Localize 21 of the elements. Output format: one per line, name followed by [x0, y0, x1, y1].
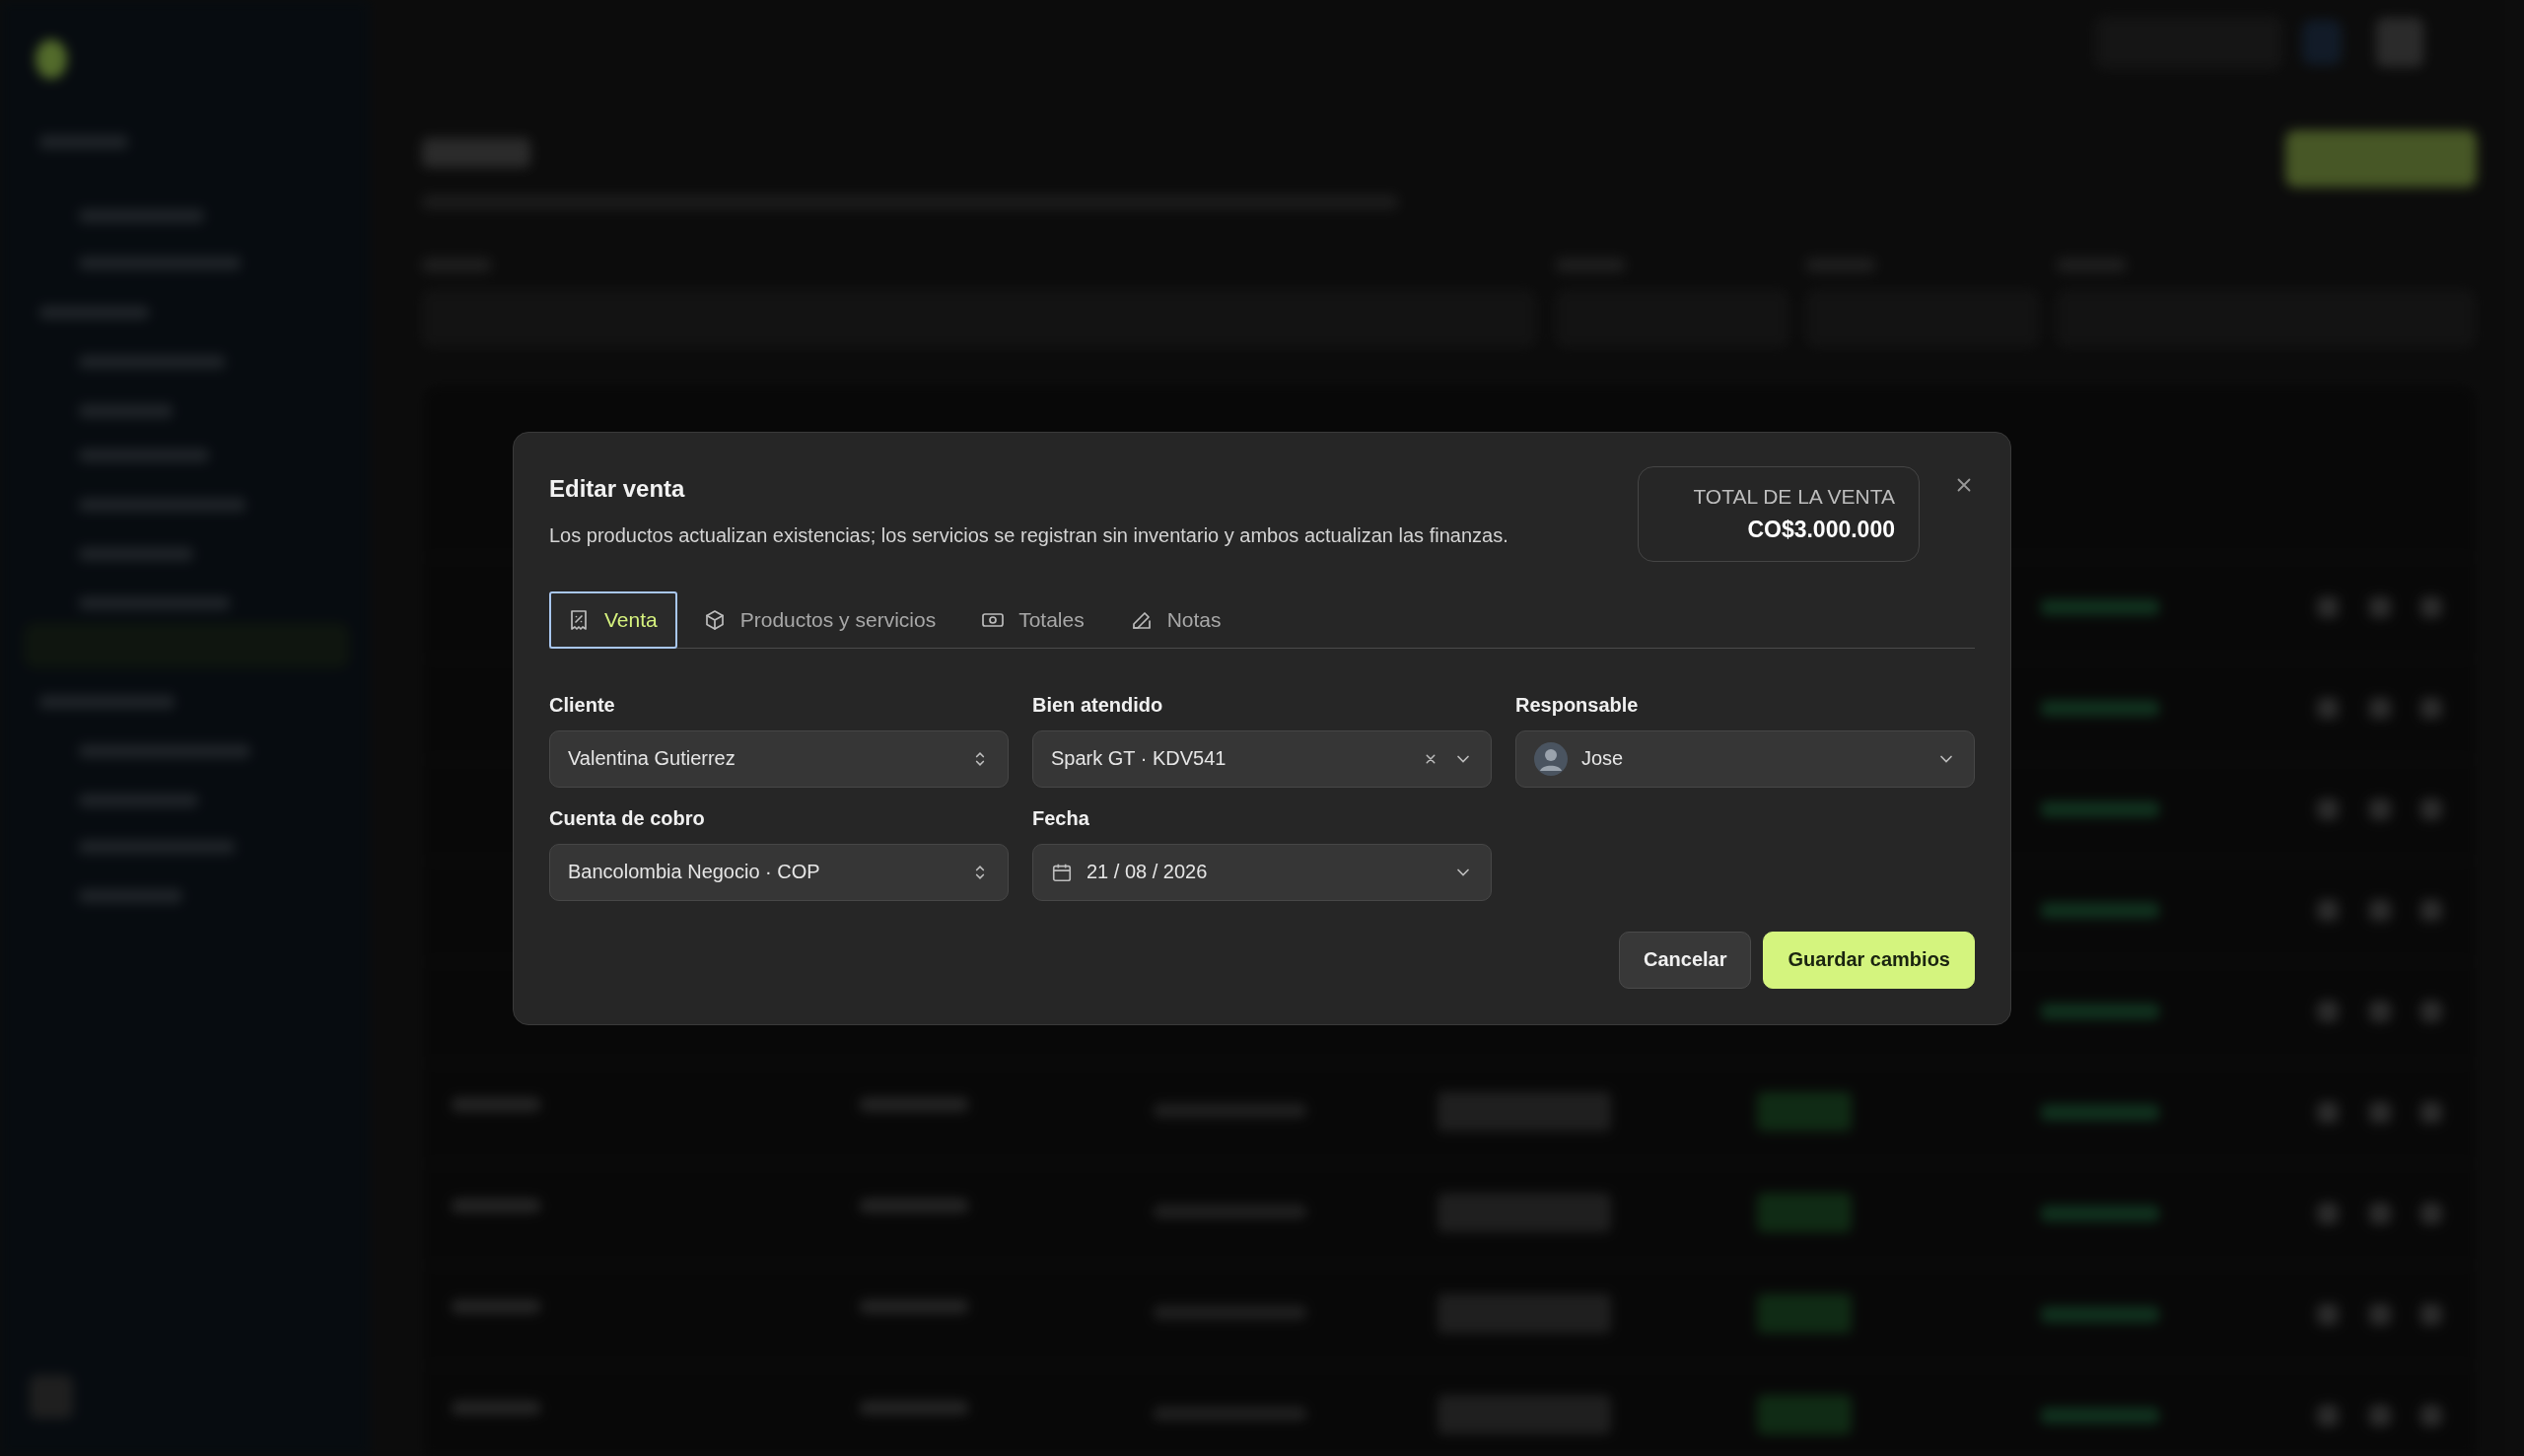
select-field[interactable]: Valentina Gutierrez — [549, 729, 1009, 788]
field-label: Responsable — [1515, 693, 1640, 717]
dialog-title: Editar venta — [549, 474, 686, 503]
tab[interactable]: Venta — [549, 590, 677, 649]
select-field[interactable]: Spark GT · KDV541 — [1032, 729, 1492, 788]
field-label: Cuenta de cobro — [549, 806, 706, 830]
save-button[interactable]: Guardar cambios — [1763, 931, 1975, 989]
tab[interactable]: Notas — [1111, 590, 1241, 649]
field-label: Fecha — [1032, 806, 1090, 830]
cancel-button[interactable]: Cancelar — [1619, 931, 1752, 989]
total-value: CO$3.000.000 — [1746, 516, 1895, 543]
field-label: Bien atendido — [1032, 693, 1164, 717]
tab[interactable]: Totales — [963, 590, 1104, 649]
date-field[interactable]: 21 / 08 / 2026 — [1032, 843, 1492, 901]
tab[interactable]: Productos y servicios — [684, 590, 956, 649]
total-label: TOTAL DE LA VENTA — [1692, 484, 1895, 509]
select-field[interactable]: Bancolombia Negocio · COP — [549, 843, 1009, 901]
dialog-description: Los productos actualizan existencias; los servicios se registran sin inventario y ambos actualizan las finanzas. — [549, 523, 1509, 547]
avatar — [1534, 741, 1568, 776]
field-label: Cliente — [549, 693, 616, 717]
select-field[interactable]: Jose — [1515, 729, 1975, 788]
